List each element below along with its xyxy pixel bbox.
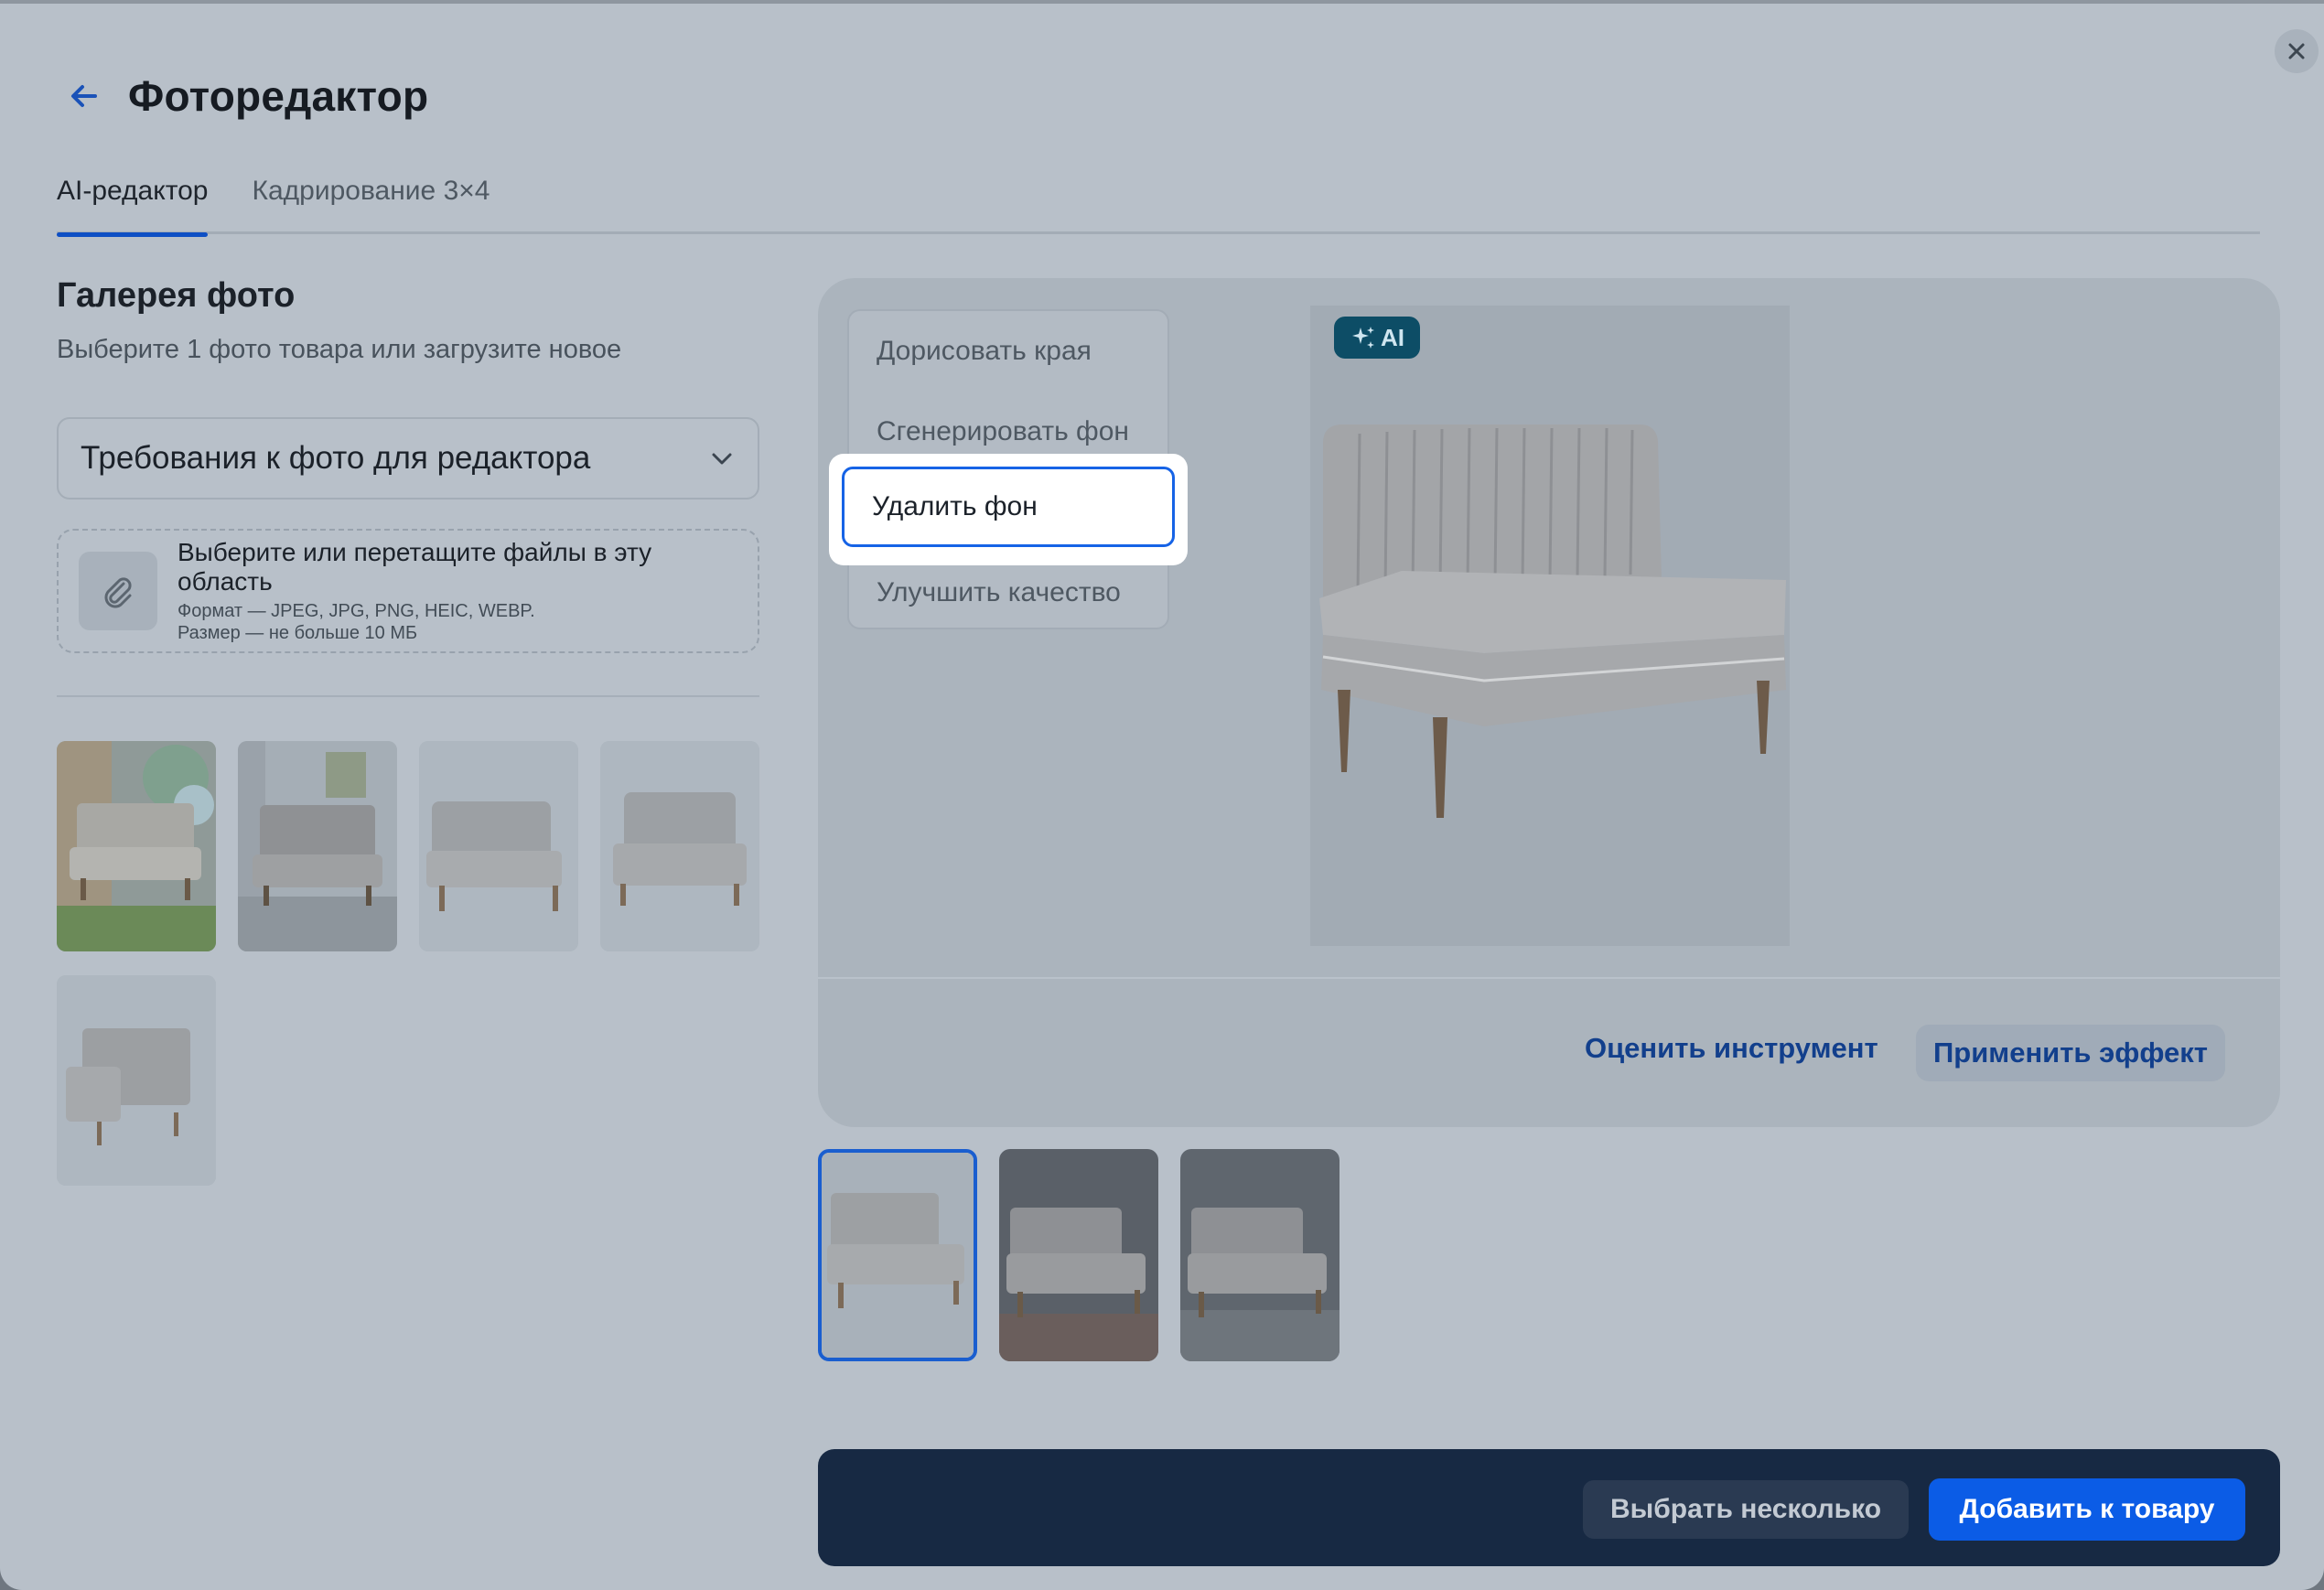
header: Фоторедактор [57,64,428,128]
gallery-photo-4[interactable] [600,741,759,951]
result-variant-2[interactable] [999,1149,1158,1361]
select-multiple-button[interactable]: Выбрать несколько [1583,1480,1909,1539]
chevron-down-icon [712,453,732,465]
rate-tool-link[interactable]: Оценить инструмент [1585,1032,1878,1065]
requirements-label: Требования к фото для редактора [81,440,591,476]
dropzone-format: Формат — JPEG, JPG, PNG, HEIC, WEBP. [178,601,535,621]
sofa-image [1310,306,1790,946]
divider [57,695,759,697]
paperclip-icon [79,552,157,630]
ai-badge-label: AI [1381,323,1404,351]
tab-ai-editor[interactable]: AI-редактор [57,168,209,237]
editor-panel: Дорисовать края Сгенерировать фон Улучши… [818,278,2280,1127]
back-button[interactable] [57,69,112,124]
gallery-photo-3[interactable] [419,741,578,951]
add-to-product-button[interactable]: Добавить к товару [1929,1478,2245,1541]
tool-spotlight: Удалить фон [829,454,1188,565]
page-title: Фоторедактор [128,72,429,120]
tab-crop-3x4[interactable]: Кадрирование 3×4 [252,168,490,234]
editor-divider [818,977,2280,979]
gallery-title: Галерея фото [57,276,296,315]
result-variant-3[interactable] [1180,1149,1340,1361]
dropzone-title: Выберите или перетащите файлы в эту обла… [178,538,652,596]
dropzone-text: Выберите или перетащите файлы в эту обла… [178,538,737,644]
dropzone-size: Размер — не больше 10 МБ [178,623,418,643]
close-icon [2288,43,2305,59]
gallery-photo-2[interactable] [238,741,397,951]
image-preview: AI [1310,306,1790,946]
gallery-photo-5[interactable] [57,975,216,1186]
upload-dropzone[interactable]: Выберите или перетащите файлы в эту обла… [57,529,759,653]
tool-remove-background[interactable]: Удалить фон [842,467,1175,547]
apply-effect-button[interactable]: Применить эффект [1916,1025,2225,1081]
photo-editor-modal: Фоторедактор AI-редактор Кадрирование 3×… [0,0,2324,1590]
sparkles-icon [1352,327,1374,349]
result-variant-1[interactable] [818,1149,977,1361]
bottom-action-bar: Выбрать несколько Добавить к товару [818,1449,2280,1566]
close-button[interactable] [2275,29,2319,73]
tab-bar: AI-редактор Кадрирование 3×4 [57,168,2260,237]
arrow-left-icon [71,85,97,107]
tool-outpaint[interactable]: Дорисовать края [849,311,1171,392]
gallery-subtitle: Выберите 1 фото товара или загрузите нов… [57,335,622,364]
ai-badge: AI [1334,317,1420,359]
photo-requirements-dropdown[interactable]: Требования к фото для редактора [57,417,759,500]
gallery-photo-1[interactable] [57,741,216,951]
